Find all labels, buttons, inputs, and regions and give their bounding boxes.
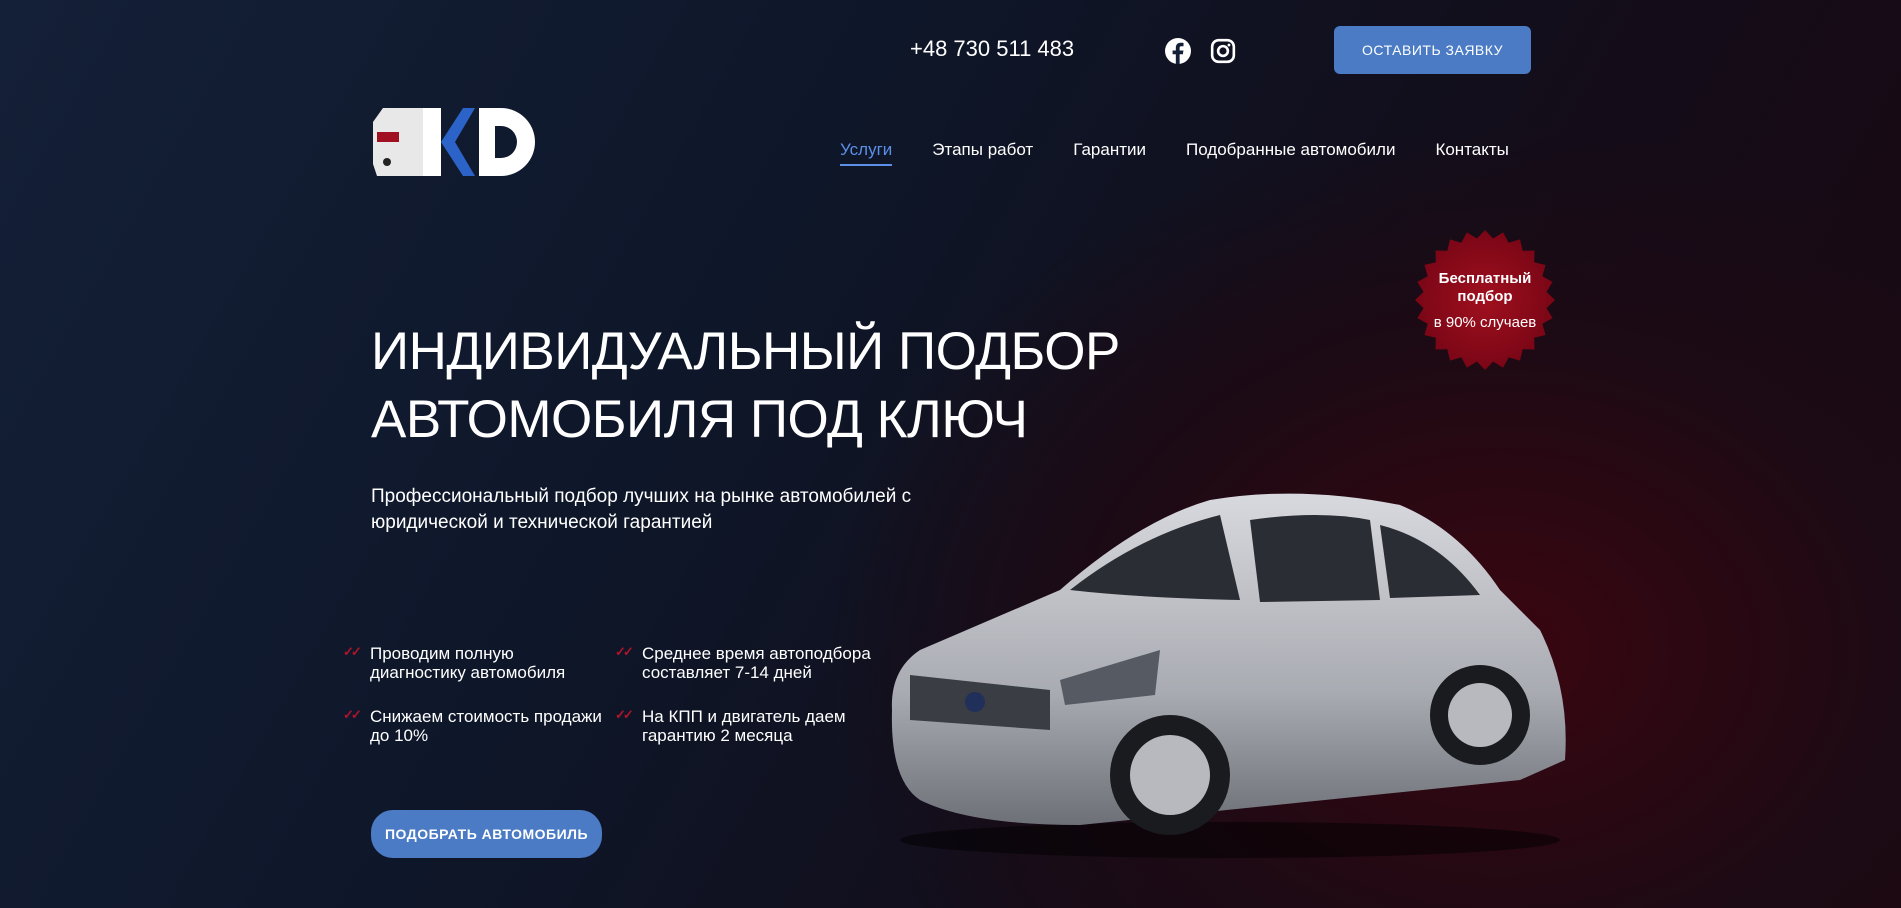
instagram-icon[interactable]	[1210, 38, 1236, 64]
nav-item-stages[interactable]: Этапы работ	[932, 140, 1033, 166]
feature-text: Среднее время автоподбора составляет 7-1…	[642, 644, 871, 682]
nav-item-selected-cars[interactable]: Подобранные автомобили	[1186, 140, 1395, 166]
submit-request-button[interactable]: ОСТАВИТЬ ЗАЯВКУ	[1334, 26, 1531, 74]
car-image	[891, 493, 1566, 858]
feature-text: Проводим полную диагностику автомобиля	[370, 644, 566, 682]
nav-item-guarantees[interactable]: Гарантии	[1073, 140, 1146, 166]
hero-title-line1: ИНДИВИДУАЛЬНЫЙ ПОДБОР	[371, 322, 1120, 381]
hero-subtitle: Профессиональный подбор лучших на рынке …	[371, 486, 912, 533]
nav-item-services[interactable]: Услуги	[840, 140, 893, 166]
badge-text: Бесплатный подбор в 90% случаев	[1415, 270, 1555, 331]
hero-title: ИНДИВИДУАЛЬНЫЙ ПОДБОР АВТОМОБИЛЯ ПОД КЛЮЧ	[371, 318, 1120, 454]
check-icon: ✓✓	[615, 707, 634, 722]
select-car-button[interactable]: ПОДОБРАТЬ АВТОМОБИЛЬ	[371, 810, 602, 858]
check-icon: ✓✓	[343, 707, 362, 722]
check-icon: ✓✓	[615, 644, 634, 659]
badge-subtitle: в 90% случаев	[1433, 314, 1537, 331]
check-icon: ✓✓	[343, 644, 362, 659]
phone-number[interactable]: +48 730 511 483	[910, 36, 1074, 62]
hero-title-line2: АВТОМОБИЛЯ ПОД КЛЮЧ	[371, 390, 1028, 449]
nav-item-contacts[interactable]: Контакты	[1435, 140, 1508, 166]
feature-text: Снижаем стоимость продажи до 10%	[370, 707, 602, 745]
logo[interactable]	[371, 104, 543, 176]
badge-title: Бесплатный подбор	[1438, 270, 1532, 305]
facebook-icon[interactable]	[1165, 38, 1191, 64]
main-nav: Услуги Этапы работ Гарантии Подобранные …	[840, 140, 1509, 166]
feature-text: На КПП и двигатель даем гарантию 2 месяц…	[642, 707, 846, 745]
